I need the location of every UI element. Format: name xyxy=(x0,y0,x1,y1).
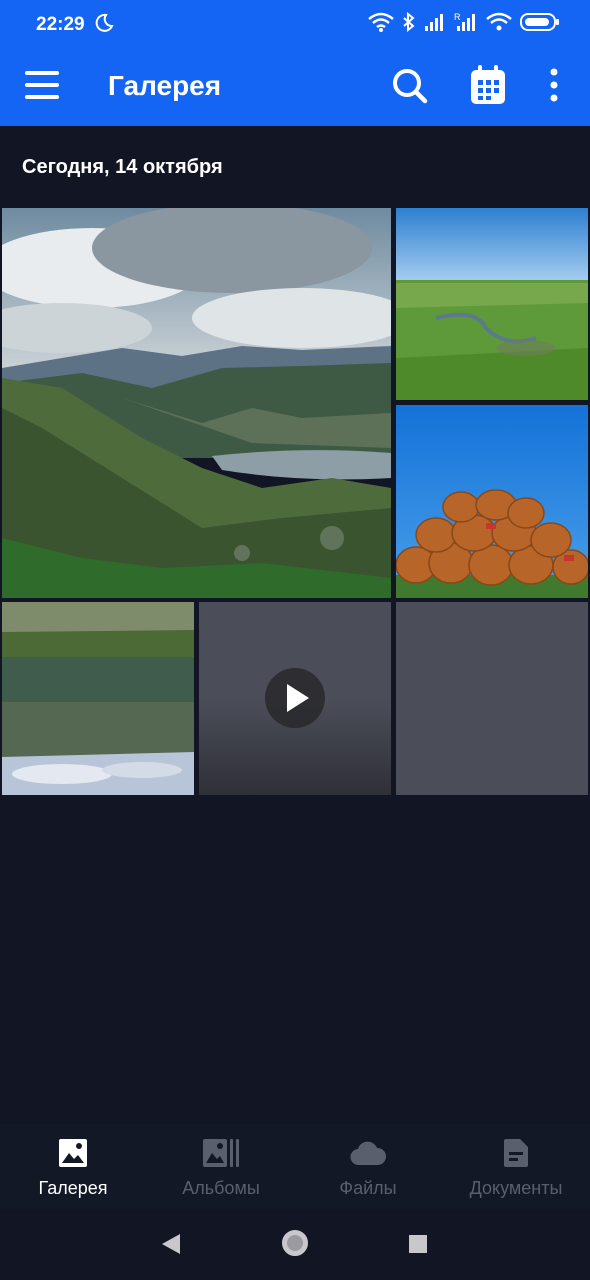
status-bar: 22:29 R xyxy=(0,0,590,46)
svg-text:R: R xyxy=(454,12,461,22)
wifi-calling-icon xyxy=(486,12,512,31)
recent-apps-icon[interactable] xyxy=(408,1234,428,1254)
gallery-icon xyxy=(59,1139,87,1167)
forest-lake-image xyxy=(2,602,194,795)
cloud-icon xyxy=(350,1141,386,1166)
page-title: Галерея xyxy=(108,70,222,101)
nav-label-documents: Документы xyxy=(469,1178,563,1198)
status-icons: R xyxy=(368,12,560,32)
wifi-icon xyxy=(368,12,394,32)
back-icon[interactable] xyxy=(160,1232,182,1256)
status-time: 22:29 xyxy=(36,14,85,35)
calendar-button[interactable] xyxy=(468,64,508,106)
menu-icon xyxy=(25,71,59,99)
photo-thumbnail-steppe[interactable] xyxy=(396,208,588,400)
menu-button[interactable] xyxy=(24,66,62,104)
albums-icon xyxy=(203,1139,239,1167)
nav-item-gallery[interactable]: Галерея xyxy=(0,1136,148,1199)
calendar-icon xyxy=(471,65,505,104)
nav-item-documents[interactable]: Документы xyxy=(441,1136,590,1199)
bottom-navigation: Галерея Альбомы Файлы Документы xyxy=(0,1124,590,1210)
steppe-image xyxy=(396,208,588,400)
app-bar: Галерея xyxy=(0,46,590,126)
play-button[interactable] xyxy=(265,668,325,728)
bluetooth-icon xyxy=(403,12,415,32)
home-icon[interactable] xyxy=(281,1229,309,1257)
nav-label-files: Файлы xyxy=(339,1178,397,1198)
signal-roaming-icon: R xyxy=(454,12,475,31)
search-icon xyxy=(393,69,428,104)
photo-thumbnail-forest-lake[interactable] xyxy=(2,602,194,795)
loading-thumbnail[interactable] xyxy=(396,602,588,795)
system-navigation-bar xyxy=(0,1210,590,1280)
nav-label-gallery: Галерея xyxy=(38,1178,108,1198)
document-icon xyxy=(504,1139,528,1167)
signal-icon xyxy=(425,14,443,31)
nav-item-albums[interactable]: Альбомы xyxy=(146,1136,296,1199)
nav-item-files[interactable]: Файлы xyxy=(293,1136,443,1199)
more-options-button[interactable] xyxy=(540,66,568,106)
play-icon xyxy=(287,684,309,712)
photo-thumbnail-hay-bales[interactable] xyxy=(396,405,588,598)
moon-icon xyxy=(95,13,114,32)
search-button[interactable] xyxy=(390,66,430,106)
battery-icon xyxy=(520,13,559,31)
nav-label-albums: Альбомы xyxy=(182,1178,260,1198)
photo-thumbnail-mountain-lake[interactable] xyxy=(2,208,391,598)
mountain-lake-image xyxy=(2,208,391,598)
date-header: Сегодня, 14 октября xyxy=(22,156,223,178)
more-vert-icon xyxy=(550,68,558,102)
hay-bales-image xyxy=(396,405,588,598)
video-thumbnail[interactable] xyxy=(199,602,391,795)
